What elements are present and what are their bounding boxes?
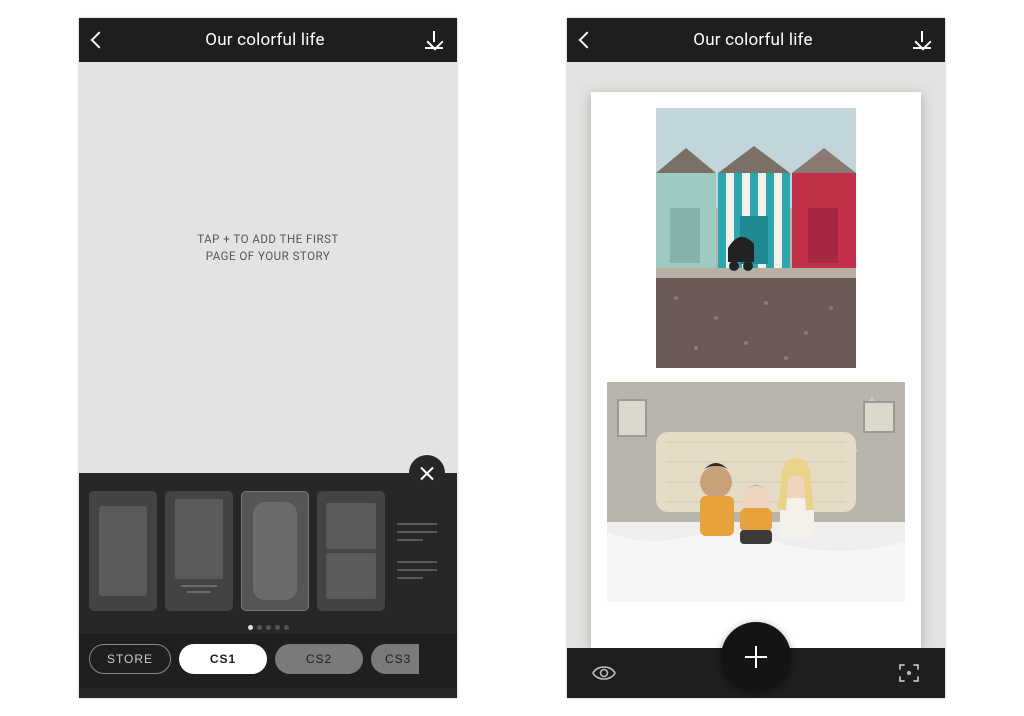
- chevron-left-icon: [579, 32, 596, 49]
- template-line-icon: [181, 585, 217, 587]
- bottom-toolbar: [567, 648, 945, 698]
- download-button[interactable]: [913, 31, 931, 49]
- focus-corners-icon: [897, 661, 921, 685]
- template-frame-icon: [326, 503, 376, 549]
- page-dot[interactable]: [266, 625, 271, 630]
- templates-row: [79, 473, 457, 619]
- close-templates-button[interactable]: [409, 455, 445, 491]
- template-thumb-1[interactable]: [89, 491, 157, 611]
- store-button[interactable]: STORE: [89, 644, 171, 674]
- empty-line-1: TAP + TO ADD THE FIRST: [197, 231, 339, 247]
- top-bar: Our colorful life: [567, 18, 945, 62]
- preset-row: STORE CS1 CS2 CS3: [79, 634, 457, 688]
- editor-empty-screen: Our colorful life TAP + TO ADD THE FIRST…: [79, 18, 457, 698]
- template-line-icon: [397, 577, 423, 579]
- eye-icon: [591, 663, 617, 683]
- photo-slot-top[interactable]: [607, 108, 905, 368]
- preset-cs2[interactable]: CS2: [275, 644, 363, 674]
- template-line-icon: [397, 531, 437, 533]
- download-button[interactable]: [425, 31, 443, 49]
- page-title: Our colorful life: [693, 30, 812, 50]
- photo-slot-bottom[interactable]: [607, 382, 905, 602]
- template-thumb-4[interactable]: [317, 491, 385, 611]
- page-dot[interactable]: [257, 625, 262, 630]
- template-thumb-2[interactable]: [165, 491, 233, 611]
- template-line-icon: [397, 569, 437, 571]
- page-dot[interactable]: [248, 625, 253, 630]
- page-dot[interactable]: [275, 625, 280, 630]
- template-line-icon: [187, 591, 211, 593]
- template-frame-icon: [99, 506, 147, 596]
- template-page-dots: [79, 619, 457, 634]
- empty-line-2: PAGE OF YOUR STORY: [197, 248, 339, 264]
- back-button[interactable]: [93, 34, 105, 46]
- back-button[interactable]: [581, 34, 593, 46]
- preset-cs1[interactable]: CS1: [179, 644, 267, 674]
- template-frame-icon: [175, 499, 223, 579]
- focus-button[interactable]: [897, 661, 921, 685]
- preset-cs3[interactable]: CS3: [371, 644, 419, 674]
- template-frame-icon: [253, 502, 297, 600]
- top-bar: Our colorful life: [79, 18, 457, 62]
- family-bed-photo: [607, 382, 905, 602]
- download-icon: [913, 31, 931, 49]
- add-page-button[interactable]: [721, 622, 791, 692]
- story-page-card[interactable]: [591, 92, 921, 648]
- preview-button[interactable]: [591, 663, 617, 683]
- download-icon: [425, 31, 443, 49]
- template-thumb-3-selected[interactable]: [241, 491, 309, 611]
- chevron-left-icon: [91, 32, 108, 49]
- beach-huts-photo: [656, 108, 856, 368]
- page-title: Our colorful life: [205, 30, 324, 50]
- template-thumb-5[interactable]: [393, 491, 449, 611]
- editor-filled-screen: Our colorful life: [567, 18, 945, 698]
- template-picker-panel: STORE CS1 CS2 CS3: [79, 473, 457, 698]
- template-line-icon: [397, 561, 437, 563]
- canvas-empty[interactable]: TAP + TO ADD THE FIRST PAGE OF YOUR STOR…: [79, 62, 457, 473]
- template-line-icon: [397, 523, 437, 525]
- close-icon: [420, 466, 434, 480]
- plus-icon: [745, 646, 767, 668]
- empty-state-text: TAP + TO ADD THE FIRST PAGE OF YOUR STOR…: [197, 231, 339, 263]
- page-dot[interactable]: [284, 625, 289, 630]
- template-frame-icon: [326, 553, 376, 599]
- template-line-icon: [397, 539, 423, 541]
